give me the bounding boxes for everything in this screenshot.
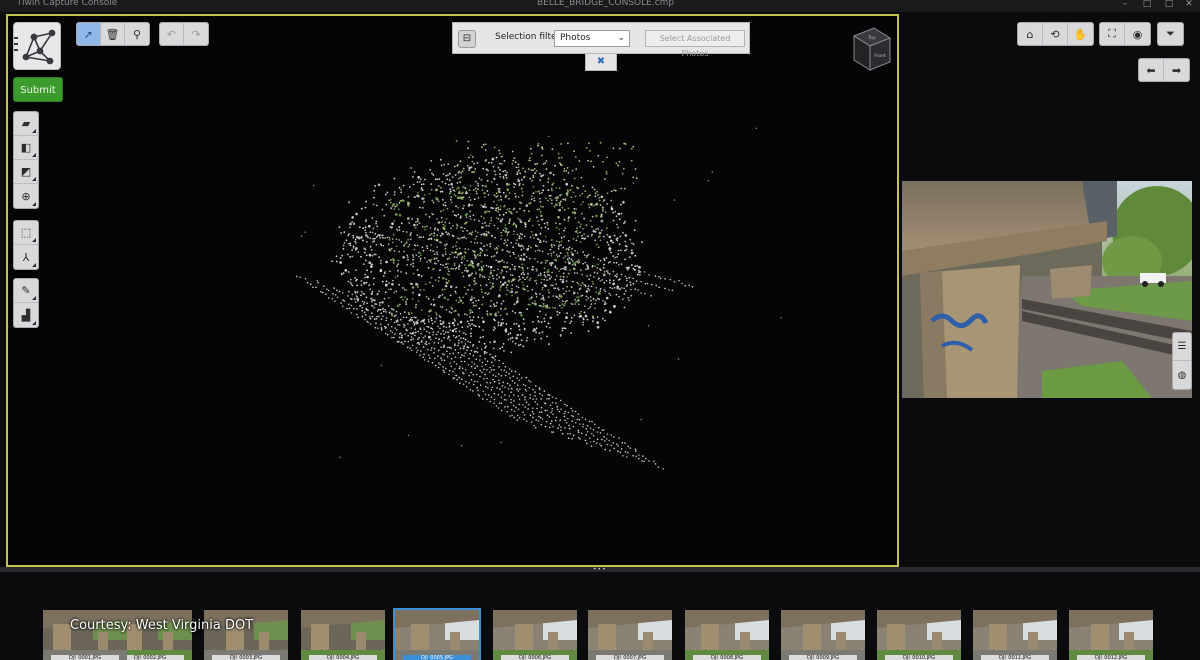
undo-icon[interactable]: ↶ (160, 23, 184, 45)
photo-thumbnail[interactable]: DJI_0008.JPG (685, 610, 769, 660)
thumbnail-image (781, 610, 865, 660)
thumbnail-caption: DJI_0003.JPG (212, 655, 280, 660)
photo-nav-toolbar: ⬅ ➡ (1138, 58, 1190, 82)
orbit-icon[interactable]: ⟲ (1043, 23, 1068, 45)
filter-icon[interactable]: ⏷ (1158, 23, 1183, 45)
point-cloud[interactable] (8, 16, 899, 567)
pin-icon[interactable]: ✖ (585, 54, 617, 71)
home-icon[interactable]: ⌂ (1018, 23, 1043, 45)
photo-filmstrip: DJI_0012.JPG DJI_0011.JPG DJI_0010.JPG DJI_… (0, 572, 1200, 660)
thumbnail-caption: DJI_0006.JPG (501, 655, 569, 660)
photo-thumbnail[interactable]: DJI_0012.JPG (1069, 610, 1153, 660)
data-tool-group: ▰ ◧ ◩ ⊕ (13, 111, 39, 209)
redo-icon[interactable]: ↷ (184, 23, 208, 45)
close-button[interactable]: ✕ (1182, 0, 1196, 10)
delete-icon[interactable]: 🗑 (101, 23, 125, 45)
globe-icon[interactable]: ◍ (1173, 361, 1191, 389)
statistics-icon[interactable]: ▟ (14, 303, 38, 327)
filter-toolbar: ⏷ (1157, 22, 1184, 46)
photo-thumbnail[interactable]: DJI_0004.JPG (301, 610, 385, 660)
thumbnail-image (973, 610, 1057, 660)
thumbnail-caption: DJI_0008.JPG (693, 655, 761, 660)
bridge-photo (902, 181, 1192, 398)
photo-thumbnail[interactable]: DJI_0011.JPG (973, 610, 1057, 660)
photo-thumbnail[interactable]: DJI_0006.JPG (493, 610, 577, 660)
measure-icon[interactable]: ✎ (14, 279, 38, 303)
thumbnail-image (588, 610, 672, 660)
photo-thumbnail[interactable]: DJI_0007.JPG (588, 610, 672, 660)
next-arrow-icon[interactable]: ➡ (1164, 59, 1189, 81)
restore-button[interactable]: □ (1162, 0, 1176, 10)
thumbnail-image (301, 610, 385, 660)
chevron-down-icon: ⌄ (617, 33, 625, 43)
photo-thumbnail[interactable]: DJI_0005.JPG (393, 608, 481, 660)
point-cloud-points (295, 127, 782, 470)
axis-icon[interactable]: ⅄ (14, 245, 38, 269)
minimize-button[interactable]: – (1118, 0, 1132, 10)
thumbnail-caption: DJI_0012.JPG (1077, 655, 1145, 660)
thumbnail-caption: DJI_0009.JPG (789, 655, 857, 660)
fit-view-icon[interactable]: ⛶ (1100, 23, 1125, 45)
cube-top-label: Top (867, 35, 876, 41)
bounding-box-icon[interactable]: ⬚ (14, 221, 38, 245)
previous-arrow-icon[interactable]: ⬅ (1139, 59, 1164, 81)
selection-filter-label: Selection filter: (495, 32, 564, 42)
cube-front-label: Front (874, 53, 886, 59)
edit-toolbar: ➚ 🗑 ⚲ (76, 22, 150, 46)
pan-icon[interactable]: ✋ (1068, 23, 1093, 45)
selection-filter-bar: ⊟ Selection filter: Photos ⌄ Select Asso… (452, 22, 750, 58)
courtesy-credit: Courtesy: West Virginia DOT (70, 618, 254, 633)
3d-viewport[interactable]: Submit ▰ ◧ ◩ ⊕ ⬚ ⅄ ✎ ▟ ➚ 🗑 ⚲ ↶ ↷ ⊟ Selec… (6, 14, 899, 567)
search-icon[interactable]: ⚲ (125, 23, 149, 45)
view-toolbar: ⌂ ⟲ ✋ (1017, 22, 1094, 46)
app-title: iTwin Capture Console (18, 0, 118, 8)
thumbnail-image (493, 610, 577, 660)
selection-filter-value: Photos (560, 33, 591, 43)
select-associated-photos-button[interactable]: Select Associated Photos (645, 30, 745, 58)
photos-icon[interactable]: ▰ (14, 112, 38, 136)
select-icon[interactable]: ➚ (77, 23, 101, 45)
thumbnail-caption: DJI_0010.JPG (885, 655, 953, 660)
maximize-button[interactable]: □ (1140, 0, 1154, 10)
history-toolbar: ↶ ↷ (159, 22, 209, 46)
control-points-icon[interactable]: ◩ (14, 160, 38, 184)
filter-settings-icon[interactable]: ⊟ (458, 30, 476, 48)
geometry-tool-group: ⬚ ⅄ (13, 220, 39, 270)
navigation-cube[interactable]: Top Front (850, 24, 892, 72)
measure-tool-group: ✎ ▟ (13, 278, 39, 328)
thumbnail-caption: DJI_0011.JPG (981, 655, 1049, 660)
thumbnail-image (1069, 610, 1153, 660)
thumbnail-caption: DJI_0005.JPG (403, 655, 471, 660)
thumbnail-caption: DJI_0001.JPG (51, 655, 119, 660)
submit-button[interactable]: Submit (13, 77, 63, 102)
thumbnail-caption: DJI_0004.JPG (309, 655, 377, 660)
visibility-icon[interactable]: ◉ (1125, 23, 1150, 45)
layers-icon[interactable]: ☰ (1173, 333, 1191, 361)
thumbnail-caption: DJI_0007.JPG (596, 655, 664, 660)
preview-side-toolbar: ☰ ◍ (1172, 332, 1192, 390)
photo-thumbnail[interactable]: DJI_0010.JPG (877, 610, 961, 660)
thumbnail-image (877, 610, 961, 660)
photo-preview[interactable] (902, 181, 1192, 398)
photo-groups-icon[interactable]: ◧ (14, 136, 38, 160)
title-bar: iTwin Capture Console BELLE_BRIDGE_CONSO… (0, 0, 1200, 12)
thumbnail-image (395, 610, 479, 660)
thumbnail-image (685, 610, 769, 660)
photo-thumbnail[interactable]: DJI_0009.JPG (781, 610, 865, 660)
document-title: BELLE_BRIDGE_CONSOLE.cmp (537, 0, 675, 8)
app-window: iTwin Capture Console BELLE_BRIDGE_CONSO… (0, 0, 1200, 660)
display-toolbar: ⛶ ◉ (1099, 22, 1151, 46)
selection-filter-dropdown[interactable]: Photos ⌄ (554, 30, 630, 47)
tie-points-icon[interactable]: ⊕ (14, 184, 38, 208)
network-graph-icon[interactable] (13, 22, 61, 70)
